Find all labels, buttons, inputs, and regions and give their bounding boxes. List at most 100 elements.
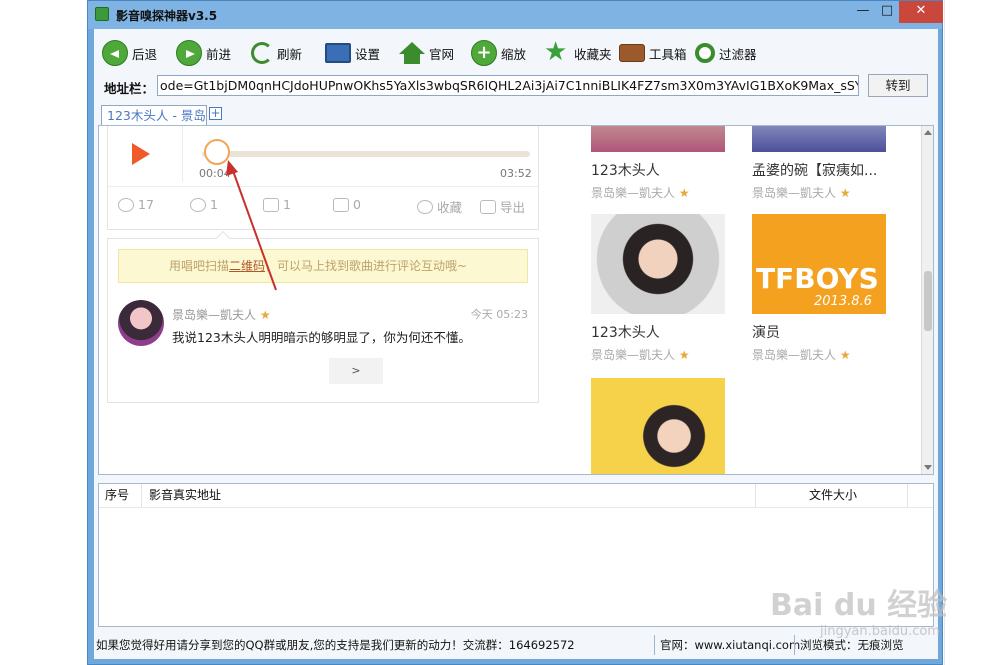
favorites-button[interactable]: ★ 收藏夹 xyxy=(544,39,612,67)
song-thumbnail[interactable]: TFBOYS 2013.8.6 xyxy=(752,214,886,314)
app-logo-icon xyxy=(95,7,109,21)
scan-notice: 用唱吧扫描二维码，可以马上找到歌曲进行评论互动哦~ xyxy=(118,249,528,283)
browse-mode: 浏览模式：无痕浏览 xyxy=(800,638,904,652)
vip-star-icon: ★ xyxy=(839,186,851,200)
avatar[interactable] xyxy=(118,300,164,346)
back-button[interactable]: 后退 xyxy=(102,39,157,67)
title-bar: 影音嗅探神器v3.5 — □ ✕ xyxy=(88,1,943,29)
scroll-up-icon[interactable] xyxy=(924,130,932,135)
gift-count[interactable]: 1 xyxy=(263,197,291,212)
status-message: 如果您觉得好用请分享到您的QQ群或朋友,您的支持是我们更新的动力！交流群：164… xyxy=(96,638,575,652)
column-index[interactable]: 序号 xyxy=(105,484,145,508)
address-input[interactable]: ode=Gt1bjDM0qnHCJdoHUPnwOKhs5YaXls3wbqSR… xyxy=(157,75,859,96)
magnifier-icon xyxy=(695,43,715,63)
notice-suffix: ，可以马上找到歌曲进行评论互动哦~ xyxy=(265,259,468,273)
address-bar: 地址栏： ode=Gt1bjDM0qnHCJdoHUPnwOKhs5YaXls3… xyxy=(94,73,938,103)
song-author: 景岛樂—凱夫人 ★ xyxy=(591,346,690,363)
comment-bubble-icon xyxy=(190,197,206,212)
media-list: 序号 影音真实地址 文件大小 xyxy=(98,483,934,627)
forward-button[interactable]: 前进 xyxy=(176,39,231,67)
song-title[interactable]: 孟婆的碗【寂痍如... xyxy=(752,160,877,180)
toolbox-button[interactable]: 工具箱 xyxy=(619,39,687,67)
desktop-background-left xyxy=(0,0,86,665)
export-button[interactable]: 导出 xyxy=(480,197,525,216)
desktop-background-right xyxy=(944,0,1000,665)
close-button[interactable]: ✕ xyxy=(899,1,943,23)
maximize-button[interactable]: □ xyxy=(875,1,899,23)
song-author-name: 景岛樂—凱夫人 xyxy=(752,186,837,200)
scroll-down-icon[interactable] xyxy=(924,465,932,470)
column-divider xyxy=(755,484,756,508)
star-icon: ★ xyxy=(544,37,568,67)
song-author-name: 景岛樂—凱夫人 xyxy=(591,348,676,362)
tab-strip: 123木头人 - 景岛 + xyxy=(94,103,938,125)
vip-star-icon: ★ xyxy=(259,308,271,322)
briefcase-icon xyxy=(619,44,645,62)
refresh-button[interactable]: 刷新 xyxy=(251,39,302,67)
settings-button[interactable]: 设置 xyxy=(325,39,380,67)
zoom-button[interactable]: + 缩放 xyxy=(471,39,526,67)
browser-view: 00:04 03:52 17 1 1 0 收藏 导出 用唱吧扫描二维码，可以马上… xyxy=(98,125,934,475)
column-divider xyxy=(907,484,908,508)
comment-pointer xyxy=(215,230,231,246)
homepage-button[interactable]: 官网 xyxy=(399,39,454,67)
progress-track[interactable] xyxy=(202,151,530,157)
song-thumbnail[interactable] xyxy=(591,126,725,152)
play-icon[interactable] xyxy=(132,143,150,165)
status-divider xyxy=(794,635,795,655)
comment-count[interactable]: 1 xyxy=(190,197,218,212)
scroll-thumb[interactable] xyxy=(924,271,932,331)
song-author-name: 景岛樂—凱夫人 xyxy=(591,186,676,200)
song-title[interactable]: 123木头人 xyxy=(591,322,660,342)
zoom-label: 缩放 xyxy=(501,46,527,62)
more-comments-button[interactable]: > xyxy=(329,358,383,384)
total-time: 03:52 xyxy=(500,167,532,180)
status-divider xyxy=(654,635,655,655)
back-label: 后退 xyxy=(132,46,158,62)
add-tab-button[interactable]: + xyxy=(209,107,222,120)
browser-scrollbar[interactable] xyxy=(921,126,933,474)
official-site[interactable]: 官网：www.xiutanqi.com xyxy=(660,637,800,653)
plus-icon: + xyxy=(471,40,497,66)
client-area: 后退 前进 刷新 设置 官网 + 缩放 ★ 收藏夹 工具箱 过滤器 地址栏： o… xyxy=(94,29,938,659)
song-thumbnail[interactable] xyxy=(752,126,886,152)
toolbox-label: 工具箱 xyxy=(649,46,687,62)
qr-code-link[interactable]: 二维码 xyxy=(229,259,265,273)
comment-user[interactable]: 景岛樂—凱夫人 ★ xyxy=(172,306,271,323)
headphones-icon xyxy=(118,197,134,212)
share-icon xyxy=(333,197,349,212)
song-title[interactable]: 123木头人 xyxy=(591,160,660,180)
song-author: 景岛樂—凱夫人 ★ xyxy=(591,184,690,201)
notice-prefix: 用唱吧扫描 xyxy=(169,259,230,273)
comment-text: 我说123木头人明明暗示的够明显了，你为何还不懂。 xyxy=(172,330,471,345)
favorite-button[interactable]: 收藏 xyxy=(417,197,462,216)
progress-knob[interactable] xyxy=(203,139,230,165)
player-divider xyxy=(182,126,183,182)
refresh-icon xyxy=(251,42,273,64)
comment-user-name: 景岛樂—凱夫人 xyxy=(172,308,257,322)
song-author: 景岛樂—凱夫人 ★ xyxy=(752,184,851,201)
homepage-label: 官网 xyxy=(429,46,455,62)
song-author-name: 景岛樂—凱夫人 xyxy=(752,348,837,362)
player-separator xyxy=(108,186,538,187)
app-window: 影音嗅探神器v3.5 — □ ✕ 后退 前进 刷新 设置 官网 + 缩放 ★ 收… xyxy=(87,0,943,665)
toolbar: 后退 前进 刷新 设置 官网 + 缩放 ★ 收藏夹 工具箱 过滤器 xyxy=(94,29,938,73)
share-count[interactable]: 0 xyxy=(333,197,361,212)
song-thumbnail[interactable] xyxy=(591,214,725,314)
column-url[interactable]: 影音真实地址 xyxy=(149,484,749,508)
go-button[interactable]: 转到 xyxy=(868,74,928,97)
song-title[interactable]: 演员 xyxy=(752,322,780,342)
song-thumbnail[interactable] xyxy=(591,378,725,474)
column-size[interactable]: 文件大小 xyxy=(809,484,919,508)
filter-button[interactable]: 过滤器 xyxy=(695,39,757,67)
refresh-label: 刷新 xyxy=(277,46,303,62)
forward-label: 前进 xyxy=(206,46,232,62)
tab-song-page[interactable]: 123木头人 - 景岛 xyxy=(101,105,207,125)
favorites-label: 收藏夹 xyxy=(574,46,612,62)
current-time: 00:04 xyxy=(199,167,231,180)
listen-count[interactable]: 17 xyxy=(118,197,154,212)
minimize-button[interactable]: — xyxy=(851,1,875,23)
monitor-icon xyxy=(325,43,351,63)
favorite-label: 收藏 xyxy=(437,200,463,215)
comment-section: 用唱吧扫描二维码，可以马上找到歌曲进行评论互动哦~ 景岛樂—凱夫人 ★ 今天 0… xyxy=(107,230,539,403)
